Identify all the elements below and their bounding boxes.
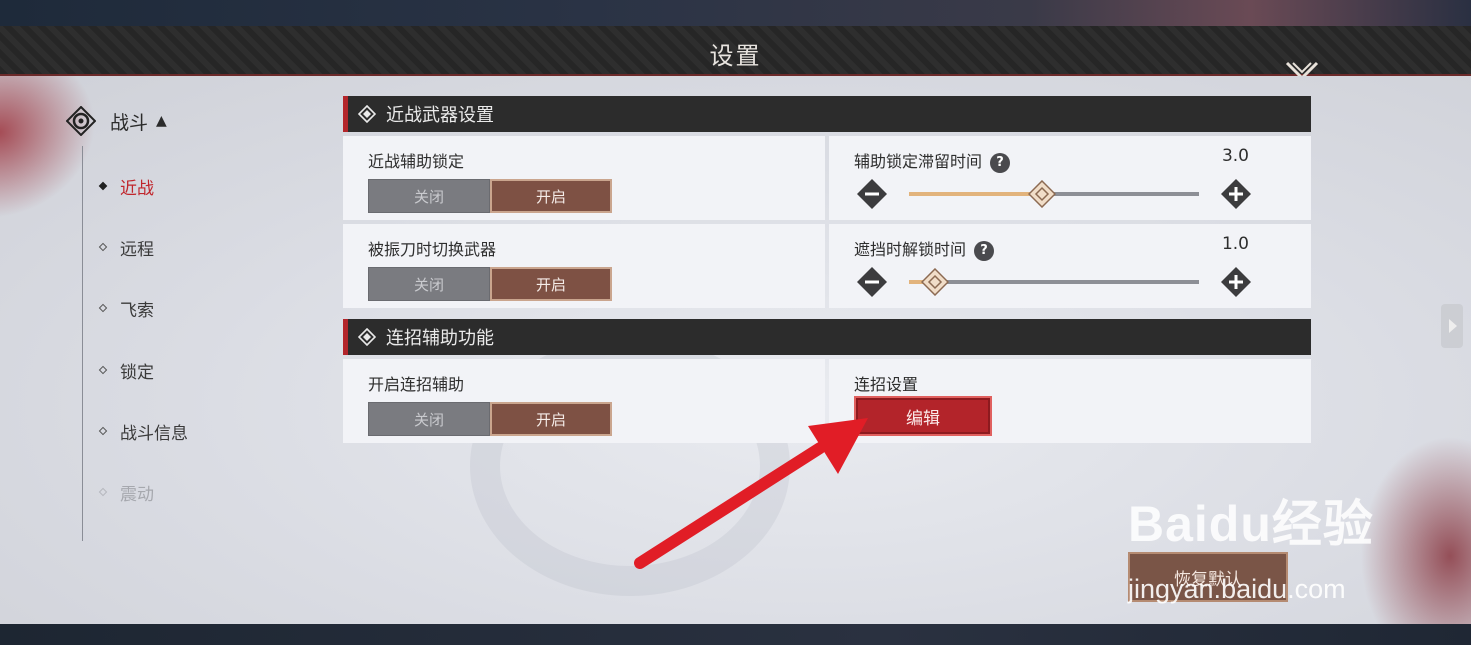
help-icon[interactable]: ? xyxy=(974,240,995,261)
section-header-melee-weapon: 近战武器设置 xyxy=(343,96,1311,132)
slider-track[interactable] xyxy=(909,268,1199,296)
next-page-arrow-icon[interactable] xyxy=(1441,304,1463,348)
game-background-top xyxy=(0,0,1471,26)
sidebar-divider xyxy=(82,146,83,541)
sidebar-item-label: 远程 xyxy=(120,239,154,260)
setting-assist-lock-linger-time: 辅助锁定滞留时间? 3.0 xyxy=(829,136,1311,220)
slider xyxy=(854,176,1264,212)
bullet-icon xyxy=(98,365,108,375)
setting-label: 开启连招辅助 xyxy=(368,375,465,394)
diamond-icon xyxy=(358,105,376,123)
slider-track[interactable] xyxy=(909,180,1199,208)
setting-label: 近战辅助锁定 xyxy=(368,152,465,171)
setting-label: 连招设置 xyxy=(854,375,919,394)
toggle-off-option[interactable]: 关闭 xyxy=(368,267,490,301)
help-icon[interactable]: ? xyxy=(990,152,1011,173)
toggle-off-option[interactable]: 关闭 xyxy=(368,402,490,436)
combat-gear-icon xyxy=(66,106,96,136)
watermark-brand: Baidu经验 xyxy=(1128,496,1374,552)
flower-decoration xyxy=(1360,436,1471,624)
sidebar-item-label: 近战 xyxy=(120,178,154,199)
slider-value: 3.0 xyxy=(1221,146,1249,166)
toggle-switch: 关闭 开启 xyxy=(368,402,612,436)
section-header-combo-assist: 连招辅助功能 xyxy=(343,319,1311,355)
sidebar-item-grapple[interactable]: 飞索 xyxy=(98,295,154,321)
setting-enable-combo-assist: 开启连招辅助 关闭 开启 xyxy=(343,359,825,443)
toggle-on-option[interactable]: 开启 xyxy=(490,267,612,301)
settings-panel: 战斗 ▲ 近战 远程 飞索 锁定 战斗信息 震动 近战武器设置 近战辅助锁定 关… xyxy=(0,76,1471,624)
setting-label: 辅助锁定滞留时间 xyxy=(854,152,983,171)
setting-melee-assist-lock: 近战辅助锁定 关闭 开启 xyxy=(343,136,825,220)
sidebar-item-ranged[interactable]: 远程 xyxy=(98,234,154,260)
sidebar-item-vibration[interactable]: 震动 xyxy=(98,479,154,505)
setting-combo-settings: 连招设置 编辑 xyxy=(829,359,1311,443)
slider-knob-icon[interactable] xyxy=(1028,180,1057,208)
toggle-on-option[interactable]: 开启 xyxy=(490,179,612,213)
game-background-bottom xyxy=(0,624,1471,645)
plus-icon[interactable] xyxy=(1220,266,1252,298)
minus-icon[interactable] xyxy=(856,266,888,298)
setting-switch-weapon-on-parried: 被振刀时切换武器 关闭 开启 xyxy=(343,224,825,308)
sidebar-item-melee[interactable]: 近战 xyxy=(98,173,220,199)
edit-button[interactable]: 编辑 xyxy=(854,396,992,436)
toggle-on-option[interactable]: 开启 xyxy=(490,402,612,436)
sidebar-item-label: 飞索 xyxy=(120,300,154,321)
toggle-off-option[interactable]: 关闭 xyxy=(368,179,490,213)
settings-header: 设置 xyxy=(0,26,1471,95)
bullet-icon xyxy=(98,426,108,436)
sidebar-item-label: 锁定 xyxy=(120,362,154,383)
slider-value: 1.0 xyxy=(1221,234,1249,254)
section-title: 近战武器设置 xyxy=(386,105,494,126)
sidebar: 战斗 ▲ 近战 远程 飞索 锁定 战斗信息 震动 xyxy=(0,76,320,624)
diamond-icon xyxy=(358,328,376,346)
toggle-switch: 关闭 开启 xyxy=(368,179,612,213)
sidebar-category-combat[interactable]: 战斗 ▲ xyxy=(66,106,167,136)
slider-knob-icon[interactable] xyxy=(921,268,950,296)
setting-label: 遮挡时解锁时间 xyxy=(854,240,967,259)
setting-label: 被振刀时切换武器 xyxy=(368,240,497,259)
minus-icon[interactable] xyxy=(856,178,888,210)
setting-label-wrap: 遮挡时解锁时间? xyxy=(854,236,995,261)
setting-label-wrap: 辅助锁定滞留时间? xyxy=(854,148,1011,173)
section-title: 连招辅助功能 xyxy=(386,328,494,349)
sidebar-category-label: 战斗 xyxy=(110,111,149,134)
sidebar-item-lock[interactable]: 锁定 xyxy=(98,357,154,383)
sidebar-item-label: 战斗信息 xyxy=(120,423,188,444)
page-title: 设置 xyxy=(709,42,762,70)
bullet-icon xyxy=(98,242,108,252)
bullet-icon xyxy=(98,181,108,191)
slider xyxy=(854,264,1264,300)
bullet-icon xyxy=(98,303,108,313)
reset-default-button[interactable]: 恢复默认 xyxy=(1128,552,1288,602)
bullet-icon xyxy=(98,487,108,497)
plus-icon[interactable] xyxy=(1220,178,1252,210)
sidebar-item-combat-info[interactable]: 战斗信息 xyxy=(98,418,188,444)
slider-fill xyxy=(909,192,1043,196)
chevron-up-icon: ▲ xyxy=(156,113,167,129)
toggle-switch: 关闭 开启 xyxy=(368,267,612,301)
sidebar-item-label: 震动 xyxy=(120,484,154,505)
setting-occlusion-unlock-time: 遮挡时解锁时间? 1.0 xyxy=(829,224,1311,308)
